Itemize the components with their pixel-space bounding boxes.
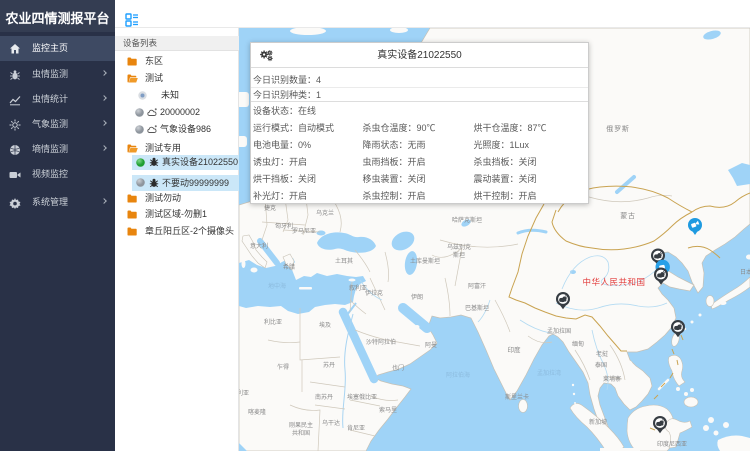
svg-text:乌克兰: 乌克兰 [316, 209, 334, 217]
svg-text:孟加拉湾: 孟加拉湾 [537, 369, 561, 377]
svg-text:阿拉伯海: 阿拉伯海 [446, 371, 470, 379]
svg-text:乌兹别克: 乌兹别克 [447, 243, 471, 251]
svg-text:缅甸: 缅甸 [572, 340, 584, 348]
svg-text:哈萨克斯坦: 哈萨克斯坦 [452, 216, 482, 224]
svg-text:索马里: 索马里 [379, 406, 397, 414]
svg-text:意大利: 意大利 [250, 242, 268, 250]
svg-text:乌干达: 乌干达 [322, 419, 340, 427]
svg-text:孟加拉国: 孟加拉国 [547, 327, 571, 335]
svg-text:柬埔寨: 柬埔寨 [603, 375, 621, 383]
svg-text:叙利亚: 叙利亚 [349, 284, 367, 292]
svg-text:斯坦: 斯坦 [453, 251, 465, 259]
svg-text:泰国: 泰国 [595, 361, 607, 369]
svg-text:日本: 日本 [740, 268, 750, 276]
svg-text:中华人民共和国: 中华人民共和国 [582, 277, 645, 287]
svg-text:印度: 印度 [508, 345, 522, 354]
svg-text:也门: 也门 [392, 364, 404, 372]
svg-text:肯尼亚: 肯尼亚 [347, 424, 365, 432]
svg-text:利亚: 利亚 [239, 389, 249, 397]
svg-text:沙特阿拉伯: 沙特阿拉伯 [366, 338, 396, 346]
svg-text:老挝: 老挝 [596, 350, 608, 358]
svg-text:捷克: 捷克 [264, 204, 276, 212]
svg-text:匈牙利: 匈牙利 [275, 222, 293, 230]
svg-text:俄罗斯: 俄罗斯 [606, 124, 629, 133]
svg-text:苏丹: 苏丹 [323, 361, 335, 369]
svg-text:印度尼西亚: 印度尼西亚 [657, 440, 687, 448]
svg-text:希腊: 希腊 [283, 263, 295, 271]
svg-text:土耳其: 土耳其 [335, 257, 353, 265]
svg-text:地中海: 地中海 [268, 282, 286, 290]
svg-text:巴基斯坦: 巴基斯坦 [465, 304, 489, 312]
svg-text:共和国: 共和国 [292, 429, 310, 437]
svg-text:伊朗: 伊朗 [411, 293, 423, 301]
svg-text:埃塞俄比亚: 埃塞俄比亚 [347, 393, 377, 401]
svg-text:阿曼: 阿曼 [425, 341, 437, 349]
svg-text:乍得: 乍得 [277, 363, 289, 371]
svg-text:阿富汗: 阿富汗 [468, 282, 486, 290]
svg-text:喀麦隆: 喀麦隆 [248, 408, 266, 416]
svg-text:土库曼斯坦: 土库曼斯坦 [410, 257, 440, 265]
svg-text:伊拉克: 伊拉克 [365, 289, 383, 297]
svg-text:埃及: 埃及 [319, 321, 331, 329]
svg-text:罗马尼亚: 罗马尼亚 [292, 227, 316, 235]
svg-text:利比亚: 利比亚 [264, 318, 282, 326]
svg-text:斯里兰卡: 斯里兰卡 [505, 393, 529, 401]
svg-text:蒙古: 蒙古 [620, 211, 636, 220]
svg-text:新加坡: 新加坡 [589, 418, 607, 426]
svg-text:南苏丹: 南苏丹 [315, 393, 333, 401]
svg-text:刚果民主: 刚果民主 [289, 421, 313, 429]
